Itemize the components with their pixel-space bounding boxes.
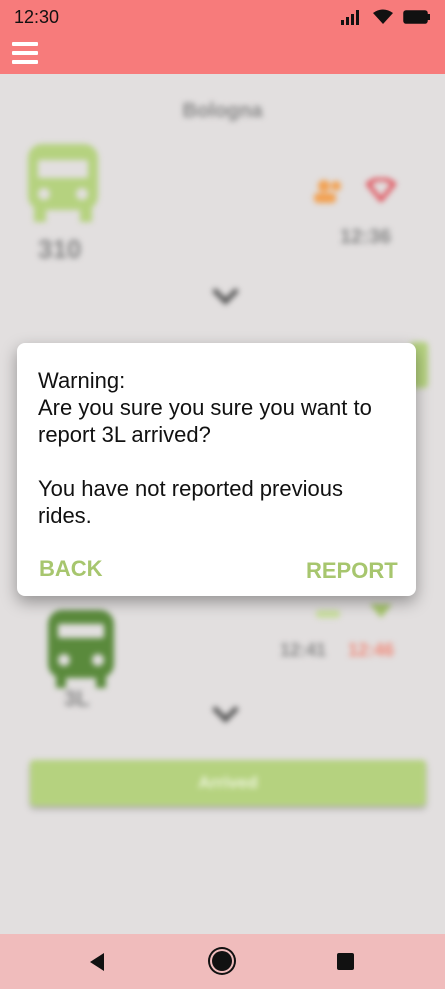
back-icon[interactable]	[90, 953, 104, 971]
crowd-level-icon	[366, 178, 396, 202]
battery-icon	[403, 10, 430, 24]
home-icon[interactable]	[212, 951, 232, 971]
recents-icon[interactable]	[337, 953, 354, 970]
city-title: Bologna	[182, 100, 263, 122]
back-button[interactable]: BACK	[39, 556, 103, 582]
arrived-button[interactable]: Arrived	[30, 760, 426, 806]
delayed-time: 12:46	[348, 640, 395, 660]
scheduled-time: 12:41	[280, 640, 327, 660]
route-label: 3L	[64, 686, 90, 711]
report-button[interactable]: REPORT	[306, 558, 398, 584]
system-nav-bar	[0, 934, 445, 989]
signal-icon	[341, 10, 359, 25]
tram-icon	[48, 610, 114, 688]
bus-icon	[28, 144, 98, 222]
passengers-icon	[316, 610, 340, 618]
hamburger-menu-icon[interactable]	[12, 42, 38, 64]
status-time: 12:30	[14, 7, 60, 27]
chevron-down-icon[interactable]	[212, 278, 239, 305]
app-bar	[0, 34, 445, 74]
dialog-message: Warning: Are you sure you sure you want …	[38, 368, 372, 528]
ride-time: 12:36	[340, 226, 392, 248]
passengers-icon	[314, 180, 341, 203]
chevron-down-icon[interactable]	[212, 696, 239, 723]
status-bar: 12:30	[0, 0, 445, 34]
crowd-level-icon	[370, 604, 392, 618]
report-warning-dialog: Warning: Are you sure you sure you want …	[17, 343, 416, 596]
wifi-icon	[373, 9, 393, 24]
route-label: 310	[38, 234, 82, 264]
